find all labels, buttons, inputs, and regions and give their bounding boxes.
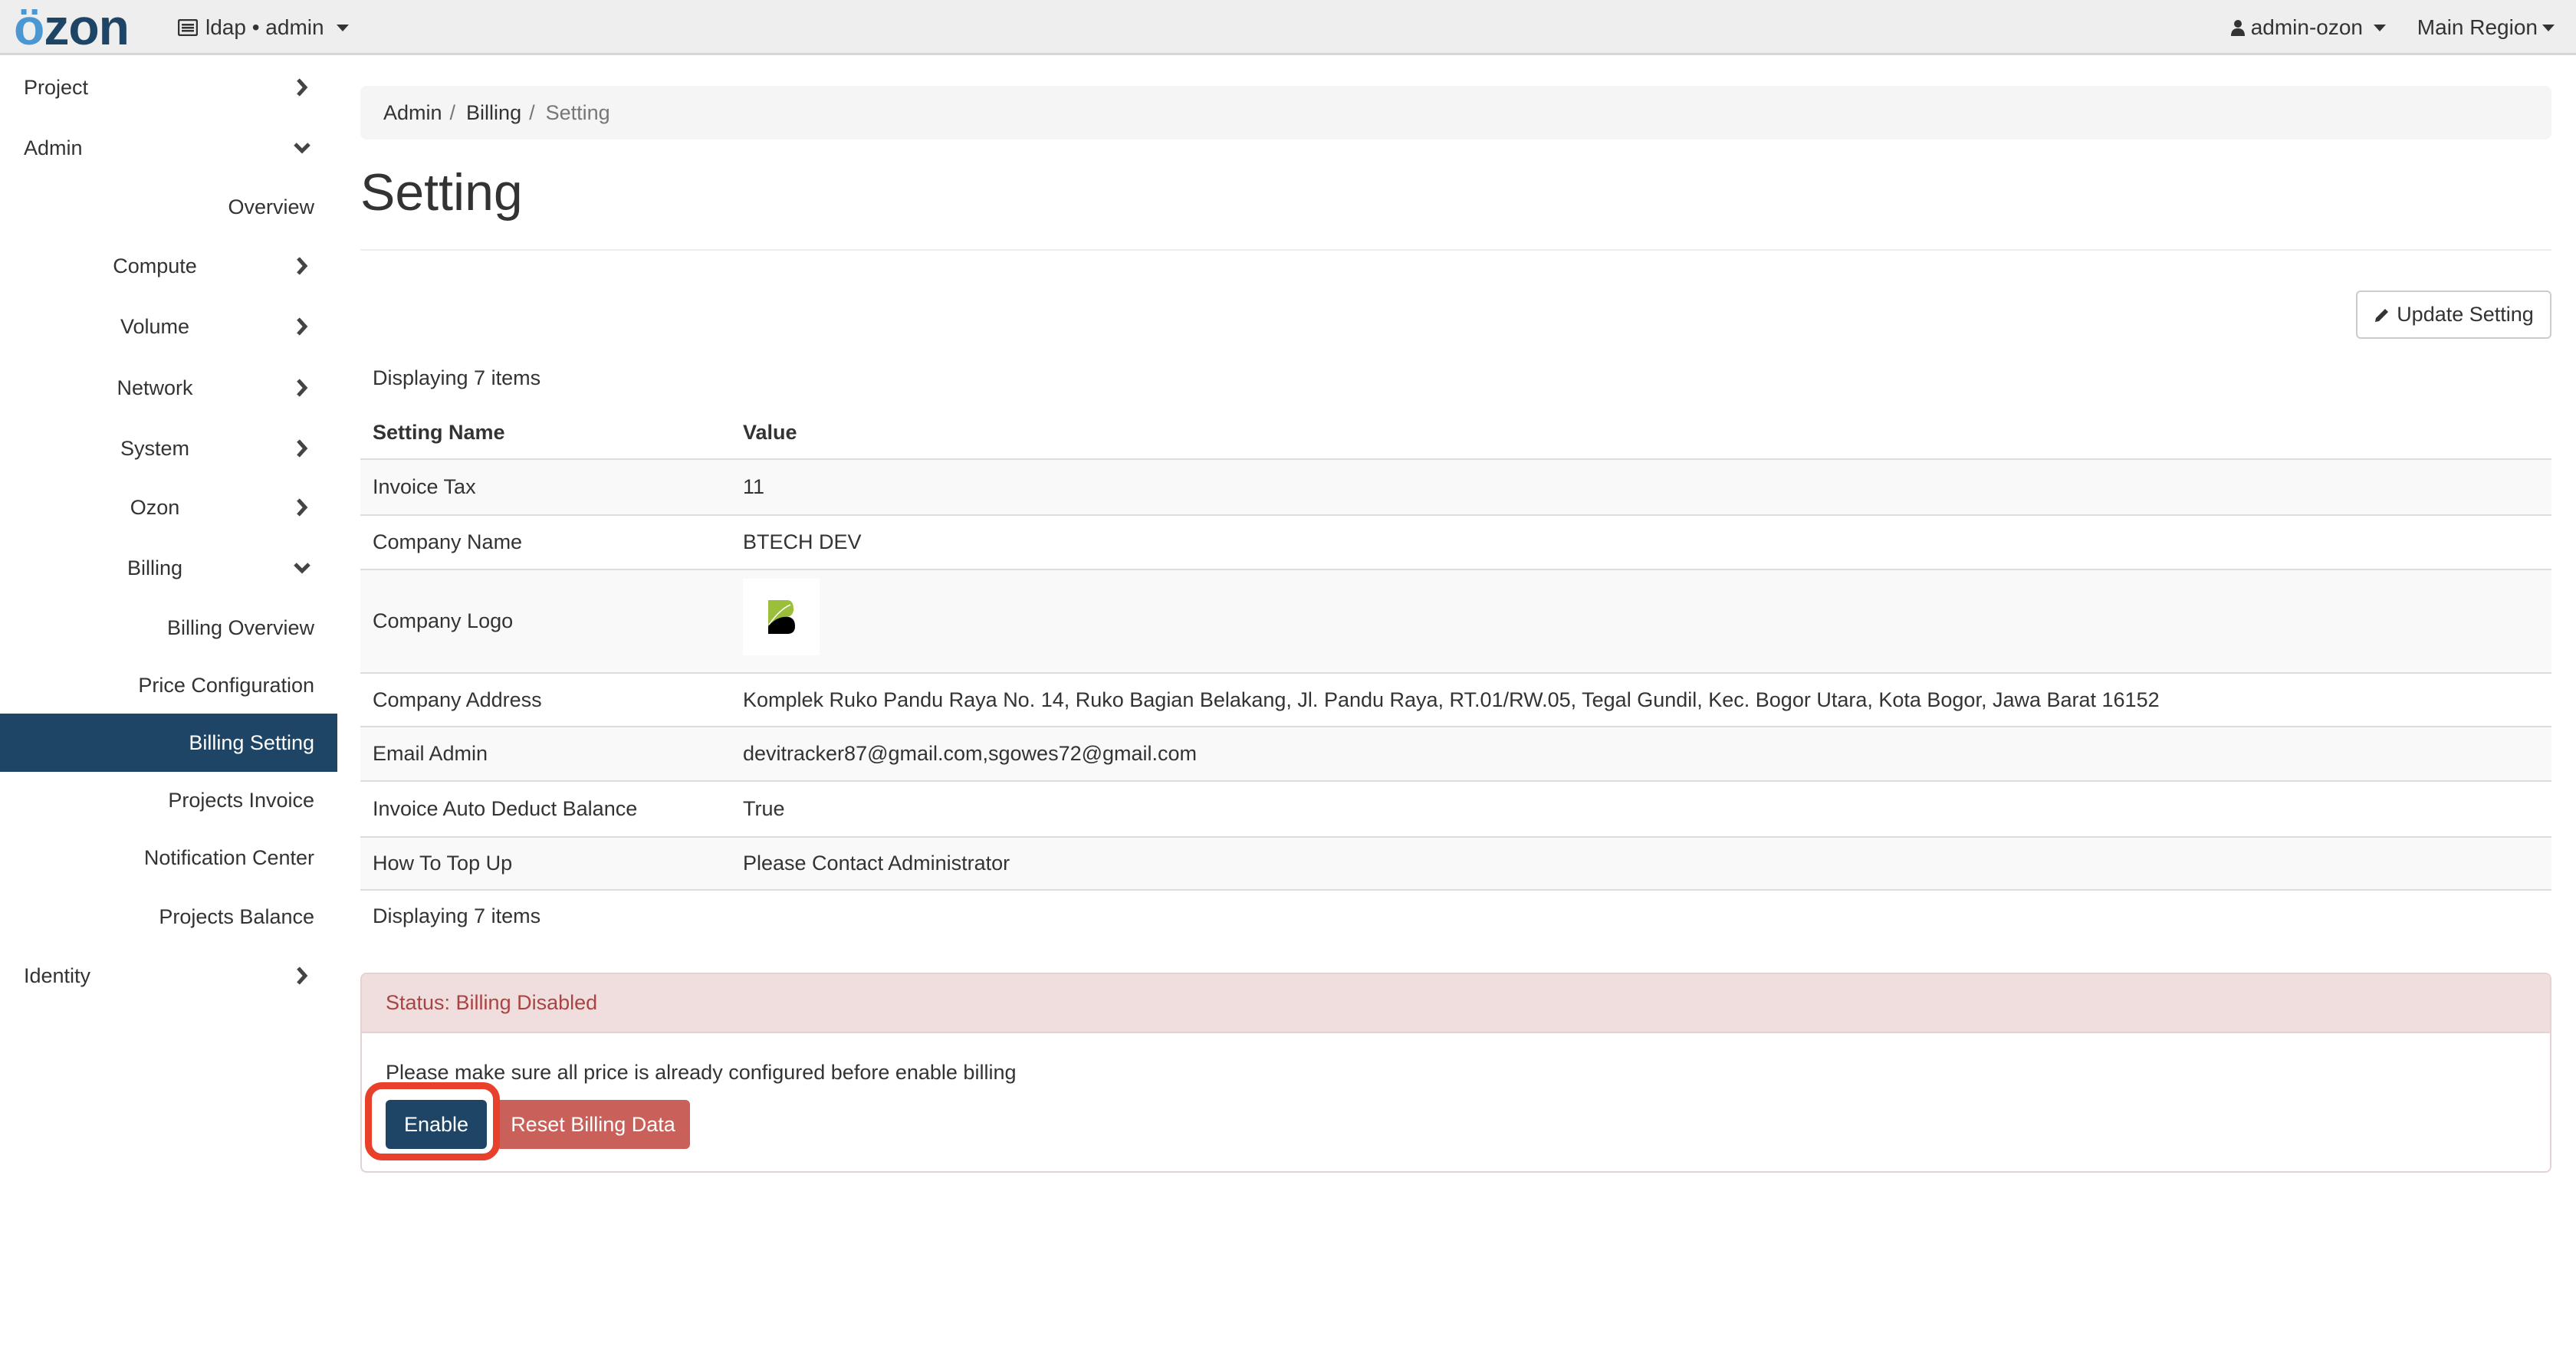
sidebar-item-label: Volume: [120, 314, 190, 338]
sidebar-item-label: Billing Setting: [189, 730, 314, 754]
caret-down-icon: [2542, 24, 2555, 31]
sidebar-item-label: Notification Center: [143, 845, 314, 869]
chevron-right-icon: [297, 78, 308, 97]
setting-name: Company Address: [373, 688, 542, 711]
page-title: Setting: [360, 163, 523, 222]
sidebar-item-label: Identity: [24, 963, 91, 987]
user-menu-label: admin-ozon: [2250, 15, 2363, 39]
project-selector-label: ldap • admin: [205, 15, 324, 39]
breadcrumb-admin[interactable]: Admin: [383, 101, 442, 125]
setting-value: 11: [743, 475, 765, 498]
top-navbar: özon ldap • admin admin-ozon Main Region: [0, 0, 2576, 55]
user-icon: [2230, 20, 2245, 36]
highlight-annotation: [365, 1082, 500, 1160]
server-list-icon: [178, 19, 198, 36]
divider: [360, 249, 2551, 251]
setting-value: Komplek Ruko Pandu Raya No. 14, Ruko Bag…: [743, 688, 2160, 711]
update-setting-button[interactable]: Update Setting: [2356, 290, 2551, 339]
ozon-logo[interactable]: özon: [14, 2, 130, 52]
table-row: How To Top Up Please Contact Administrato…: [360, 836, 2551, 891]
status-message: Please make sure all price is already co…: [386, 1061, 1017, 1084]
sidebar-item-network[interactable]: Network: [0, 359, 337, 417]
sidebar-item-notification-center[interactable]: Notification Center: [0, 829, 337, 887]
chevron-right-icon: [297, 257, 308, 275]
sidebar-item-projects-invoice[interactable]: Projects Invoice: [0, 771, 337, 829]
project-selector[interactable]: ldap • admin: [178, 15, 349, 40]
sidebar-item-system[interactable]: System: [0, 419, 337, 478]
sidebar-item-volume[interactable]: Volume: [0, 297, 337, 356]
sidebar-item-overview[interactable]: Overview: [0, 178, 337, 236]
setting-name: Company Name: [373, 530, 523, 553]
sidebar-item-label: Price Configuration: [138, 673, 314, 697]
reset-billing-data-button[interactable]: Reset Billing Data: [496, 1100, 690, 1149]
setting-value: [743, 579, 820, 661]
chevron-right-icon: [297, 967, 308, 985]
sidebar-item-label: Ozon: [130, 495, 180, 519]
breadcrumb-billing[interactable]: Billing: [466, 101, 521, 125]
sidebar-item-identity[interactable]: Identity: [0, 947, 337, 1005]
caret-down-icon: [336, 24, 349, 31]
billing-status-panel: Status: Billing Disabled Please make sur…: [360, 973, 2551, 1173]
chevron-right-icon: [297, 439, 308, 458]
header-setting-name: Setting Name: [373, 420, 505, 444]
sidebar-item-project[interactable]: Project: [0, 58, 337, 117]
sidebar-item-label: Network: [117, 376, 193, 399]
setting-value: Please Contact Administrator: [743, 852, 1010, 875]
chevron-down-icon: [294, 563, 310, 574]
chevron-down-icon: [294, 143, 310, 154]
status-heading: Status: Billing Disabled: [362, 974, 2550, 1033]
sidebar-item-compute[interactable]: Compute: [0, 237, 337, 295]
header-value: Value: [743, 420, 797, 444]
pencil-icon: [2375, 308, 2389, 322]
setting-name: Invoice Tax: [373, 475, 476, 498]
setting-name: Invoice Auto Deduct Balance: [373, 797, 638, 820]
sidebar-item-price-configuration[interactable]: Price Configuration: [0, 656, 337, 714]
sidebar-item-billing-overview[interactable]: Billing Overview: [0, 599, 337, 657]
setting-value: True: [743, 797, 785, 820]
table-row: Company Logo: [360, 569, 2551, 672]
table-header: Setting Name Value: [360, 406, 2551, 458]
breadcrumb: Admin / Billing / Setting: [360, 86, 2551, 139]
sidebar-item-label: Overview: [228, 195, 314, 218]
sidebar-item-label: System: [120, 436, 190, 460]
chevron-right-icon: [297, 317, 308, 336]
table-row: Company Name BTECH DEV: [360, 514, 2551, 569]
table-row: Company Address Komplek Ruko Pandu Raya N…: [360, 672, 2551, 726]
chevron-right-icon: [297, 498, 308, 517]
items-count-top: Displaying 7 items: [373, 366, 541, 389]
setting-name: How To Top Up: [373, 852, 513, 875]
sidebar-item-label: Projects Invoice: [168, 788, 314, 812]
user-menu[interactable]: admin-ozon: [2230, 15, 2386, 40]
region-menu[interactable]: Main Region: [2417, 15, 2555, 40]
table-row: Invoice Tax 11: [360, 458, 2551, 514]
setting-value: BTECH DEV: [743, 530, 862, 553]
table-row: Invoice Auto Deduct Balance True: [360, 780, 2551, 836]
items-count-bottom: Displaying 7 items: [373, 904, 541, 927]
sidebar-item-billing-setting[interactable]: Billing Setting: [0, 714, 337, 772]
sidebar-item-ozon[interactable]: Ozon: [0, 478, 337, 537]
chevron-right-icon: [297, 379, 308, 397]
sidebar-item-projects-balance[interactable]: Projects Balance: [0, 888, 337, 946]
sidebar-item-label: Billing: [127, 556, 183, 579]
setting-name: Company Logo: [373, 609, 514, 632]
company-logo-image: [743, 579, 820, 655]
caret-down-icon: [2374, 24, 2386, 31]
sidebar-item-label: Compute: [113, 254, 197, 277]
setting-name: Email Admin: [373, 742, 488, 765]
breadcrumb-current: Setting: [545, 100, 610, 124]
sidebar-item-billing[interactable]: Billing: [0, 539, 337, 597]
sidebar-item-admin[interactable]: Admin: [0, 119, 337, 177]
setting-value: devitracker87@gmail.com,sgowes72@gmail.c…: [743, 742, 1198, 765]
sidebar-item-label: Admin: [24, 136, 83, 159]
region-menu-label: Main Region: [2417, 15, 2538, 39]
sidebar-item-label: Project: [24, 75, 89, 99]
sidebar-item-label: Billing Overview: [166, 615, 314, 639]
update-setting-label: Update Setting: [2397, 303, 2534, 326]
table-row: Email Admin devitracker87@gmail.com,sgowe…: [360, 726, 2551, 780]
sidebar-item-label: Projects Balance: [159, 904, 314, 928]
